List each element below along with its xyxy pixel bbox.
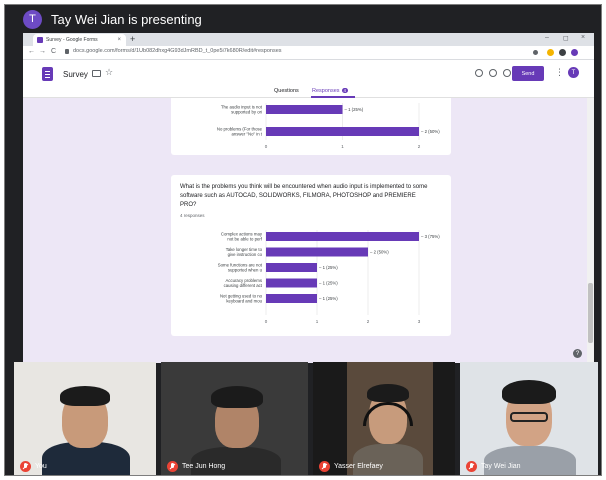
data-label: – 1 (25%) bbox=[319, 265, 338, 270]
data-label: – 1 (25%) bbox=[319, 281, 338, 286]
presenting-banner: T Tay Wei Jian is presenting bbox=[5, 5, 601, 33]
forms-favicon-icon bbox=[37, 37, 43, 43]
tab-close-icon[interactable]: × bbox=[117, 37, 121, 43]
x-tick-label: 1 bbox=[316, 319, 319, 324]
mic-off-icon bbox=[167, 461, 178, 472]
participant-name: You bbox=[20, 461, 47, 472]
category-label: Accuracy problems causing different act bbox=[224, 278, 263, 288]
participant-tiles: You Tee Jun Hong Yasser Elrefaey Tay Wei… bbox=[5, 362, 601, 475]
category-label: No problems (For those answer "No" in t bbox=[217, 127, 263, 137]
glasses-icon bbox=[510, 412, 548, 422]
reload-icon[interactable]: C bbox=[51, 48, 56, 55]
preview-eye-icon[interactable] bbox=[489, 69, 497, 77]
bookmark-star-icon[interactable] bbox=[533, 50, 538, 55]
forward-icon[interactable]: → bbox=[39, 48, 46, 55]
forms-header: Survey ☆ Send ⋮ T Questions Responses 4 bbox=[23, 60, 594, 98]
x-tick-label: 1 bbox=[341, 144, 344, 149]
account-avatar[interactable]: T bbox=[568, 67, 579, 78]
meet-window: T Tay Wei Jian is presenting Survey - Go… bbox=[4, 4, 602, 476]
browser-tab[interactable]: Survey - Google Forms × bbox=[33, 34, 126, 46]
shared-browser-window: Survey - Google Forms × + – ◻ × ← → C do… bbox=[23, 33, 594, 363]
participant-tile-yasser-elrefaey[interactable]: Yasser Elrefaey bbox=[313, 362, 455, 475]
address-bar: ← → C docs.google.com/forms/d/1Ub082dhxg… bbox=[23, 46, 594, 60]
question-card-previous: 0 1 2 The audio input is not supported by or… bbox=[171, 98, 451, 155]
lock-icon bbox=[65, 49, 69, 54]
participant-name: Tay Wei Jian bbox=[466, 461, 521, 472]
category-label: Complex actions may not be able to perf bbox=[221, 232, 263, 242]
category-label: Some functions are not supported when u bbox=[218, 263, 263, 273]
category-label: Not getting used to no keyboard and mou bbox=[220, 294, 263, 304]
presenting-text: Tay Wei Jian is presenting bbox=[51, 11, 202, 27]
question-card-software-problems: What is the problems you think will be e… bbox=[171, 175, 451, 336]
data-label: – 2 (50%) bbox=[421, 129, 440, 134]
tab-strip: Survey - Google Forms × + – ◻ × bbox=[23, 33, 594, 46]
minimize-icon[interactable]: – bbox=[545, 34, 549, 41]
responses-content: 0 1 2 The audio input is not supported by or… bbox=[23, 98, 594, 363]
participant-name: Tee Jun Hong bbox=[167, 461, 225, 472]
data-label: – 1 (25%) bbox=[345, 107, 364, 112]
data-label: – 1 (25%) bbox=[319, 296, 338, 301]
chart-previous-question: 0 1 2 The audio input is not supported by or… bbox=[217, 103, 440, 149]
x-tick-label: 2 bbox=[367, 319, 370, 324]
mic-off-icon bbox=[319, 461, 330, 472]
tab-title: Survey - Google Forms bbox=[46, 37, 98, 43]
scrollbar-thumb[interactable] bbox=[588, 283, 593, 343]
more-options-icon[interactable]: ⋮ bbox=[555, 67, 564, 78]
profile-icon[interactable] bbox=[571, 49, 578, 56]
tab-responses[interactable]: Responses 4 bbox=[312, 88, 349, 94]
form-title[interactable]: Survey bbox=[63, 70, 88, 79]
participant-name: Yasser Elrefaey bbox=[319, 461, 383, 472]
tab-responses-label: Responses bbox=[312, 88, 340, 94]
bar bbox=[266, 232, 419, 241]
participant-tile-you[interactable]: You bbox=[14, 362, 156, 475]
x-tick-label: 3 bbox=[418, 319, 421, 324]
back-icon[interactable]: ← bbox=[28, 48, 35, 55]
responses-count-badge: 4 bbox=[341, 88, 349, 93]
x-tick-label: 0 bbox=[265, 319, 268, 324]
maximize-icon[interactable]: ◻ bbox=[563, 34, 569, 42]
bar bbox=[266, 247, 368, 257]
form-tabs: Questions Responses 4 bbox=[23, 86, 594, 98]
url-text[interactable]: docs.google.com/forms/d/1Ub082dhxg4G93dJ… bbox=[73, 48, 282, 54]
new-tab-icon[interactable]: + bbox=[130, 34, 135, 44]
send-button[interactable]: Send bbox=[512, 66, 544, 81]
bar bbox=[266, 127, 419, 136]
help-icon[interactable]: ? bbox=[573, 349, 582, 358]
data-label: – 3 (75%) bbox=[421, 234, 440, 239]
palette-icon[interactable] bbox=[475, 69, 483, 77]
mic-off-icon bbox=[466, 461, 477, 472]
window-close-icon[interactable]: × bbox=[581, 34, 585, 41]
x-tick-label: 0 bbox=[265, 144, 268, 149]
forms-logo-icon bbox=[42, 67, 53, 81]
puzzle-icon[interactable] bbox=[559, 49, 566, 56]
category-label: The audio input is not supported by ori bbox=[221, 105, 263, 115]
data-label: – 2 (50%) bbox=[370, 250, 389, 255]
chart-software-problems: 0 1 2 3 Complex actions may not be able to pe… bbox=[218, 230, 440, 324]
mic-off-icon bbox=[20, 461, 31, 472]
presenter-avatar: T bbox=[23, 9, 42, 29]
star-icon[interactable]: ☆ bbox=[105, 67, 113, 78]
tab-questions[interactable]: Questions bbox=[274, 88, 299, 94]
bar bbox=[266, 263, 317, 272]
bar bbox=[266, 105, 343, 114]
category-label: Take longer time to give instruction co bbox=[226, 247, 263, 257]
x-tick-label: 2 bbox=[418, 144, 421, 149]
extension-icon[interactable] bbox=[547, 49, 554, 56]
bar bbox=[266, 294, 317, 303]
participant-tile-tee-jun-hong[interactable]: Tee Jun Hong bbox=[161, 362, 308, 475]
folder-icon[interactable] bbox=[92, 70, 101, 77]
bar bbox=[266, 278, 317, 288]
participant-tile-tay-wei-jian[interactable]: Tay Wei Jian bbox=[460, 362, 598, 475]
settings-gear-icon[interactable] bbox=[503, 69, 511, 77]
